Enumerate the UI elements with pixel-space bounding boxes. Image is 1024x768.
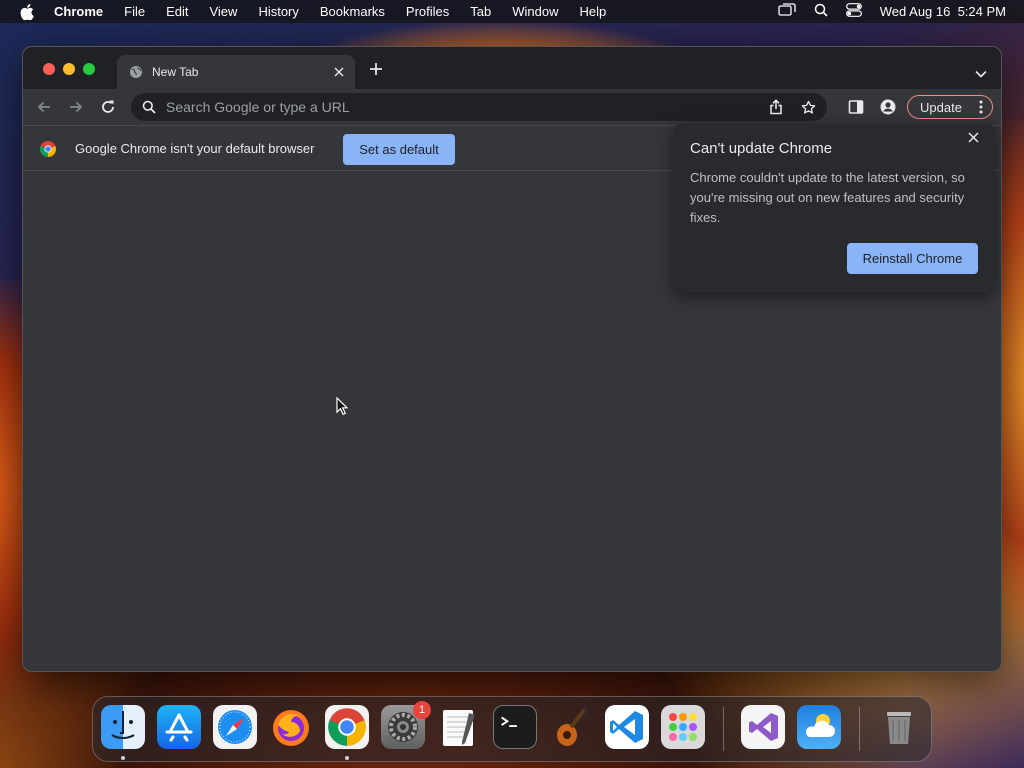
new-tab-plus-icon[interactable] [369, 62, 385, 78]
weather-icon[interactable] [797, 705, 841, 749]
menu-clock[interactable]: Wed Aug 16 5:24 PM [880, 4, 1006, 19]
tab-close-icon[interactable] [331, 64, 347, 80]
tab-new-tab[interactable]: New Tab [117, 55, 355, 89]
profile-avatar-icon[interactable] [880, 99, 896, 115]
address-bar-placeholder: Search Google or type a URL [166, 99, 350, 115]
screen-mirroring-icon[interactable] [778, 3, 796, 20]
firefox-icon[interactable] [269, 705, 313, 749]
menu-profiles[interactable]: Profiles [406, 4, 449, 19]
chrome-icon[interactable] [325, 705, 369, 749]
update-chrome-button[interactable]: Update [907, 95, 993, 119]
visual-studio-icon[interactable] [741, 705, 785, 749]
bookmark-star-icon[interactable] [801, 100, 817, 115]
menu-bar: Chrome File Edit View History Bookmarks … [0, 0, 1024, 23]
browser-toolbar: Search Google or type a URL Update [23, 89, 1001, 125]
globe-icon [129, 65, 143, 79]
zoom-window-button[interactable] [83, 63, 95, 75]
spotlight-search-icon[interactable] [814, 3, 828, 20]
textedit-icon[interactable] [437, 705, 481, 749]
menu-file[interactable]: File [124, 4, 145, 19]
close-window-button[interactable] [43, 63, 55, 75]
side-panel-icon[interactable] [848, 99, 864, 115]
reload-icon[interactable] [100, 99, 116, 115]
reinstall-chrome-button[interactable]: Reinstall Chrome [847, 243, 978, 274]
vscode-icon[interactable] [605, 705, 649, 749]
back-arrow-icon[interactable] [36, 99, 52, 115]
address-bar[interactable]: Search Google or type a URL [131, 93, 827, 121]
dialog-close-icon[interactable] [966, 130, 980, 144]
settings-notification-badge: 1 [413, 701, 431, 719]
menu-history[interactable]: History [258, 4, 298, 19]
infobar-message: Google Chrome isn't your default browser [75, 141, 315, 156]
menu-bookmarks[interactable]: Bookmarks [320, 4, 385, 19]
menu-help[interactable]: Help [580, 4, 607, 19]
forward-arrow-icon[interactable] [68, 99, 84, 115]
menu-view[interactable]: View [209, 4, 237, 19]
dialog-title: Can't update Chrome [690, 140, 833, 157]
kebab-menu-icon[interactable] [974, 100, 988, 114]
dock-separator [723, 707, 724, 751]
minimize-window-button[interactable] [63, 63, 75, 75]
garageband-icon[interactable] [549, 705, 593, 749]
app-store-icon[interactable] [157, 705, 201, 749]
apple-icon[interactable] [18, 3, 36, 20]
tab-strip: New Tab [23, 47, 1001, 89]
terminal-icon[interactable] [493, 705, 537, 749]
share-icon[interactable] [769, 99, 785, 115]
set-as-default-button[interactable]: Set as default [343, 134, 455, 165]
chrome-running-dot [345, 756, 349, 760]
tab-title: New Tab [152, 65, 199, 79]
dock: 1 [92, 696, 932, 762]
cant-update-dialog: Can't update Chrome Chrome couldn't upda… [674, 124, 994, 292]
trash-icon[interactable] [877, 705, 921, 749]
menu-tab[interactable]: Tab [470, 4, 491, 19]
finder-running-dot [121, 756, 125, 760]
tab-search-chevron-icon[interactable] [975, 65, 987, 78]
dock-separator-2 [859, 707, 860, 751]
menu-edit[interactable]: Edit [166, 4, 188, 19]
menu-app-name[interactable]: Chrome [54, 4, 103, 19]
menu-window[interactable]: Window [512, 4, 558, 19]
launchpad-icon[interactable] [661, 705, 705, 749]
dialog-body: Chrome couldn't update to the latest ver… [690, 170, 965, 225]
safari-icon[interactable] [213, 705, 257, 749]
chrome-logo-icon [40, 141, 56, 157]
control-center-icon[interactable] [845, 3, 862, 20]
search-icon [142, 100, 156, 114]
update-label: Update [920, 99, 962, 115]
finder-icon[interactable] [101, 705, 145, 749]
mouse-cursor-icon [336, 396, 349, 416]
